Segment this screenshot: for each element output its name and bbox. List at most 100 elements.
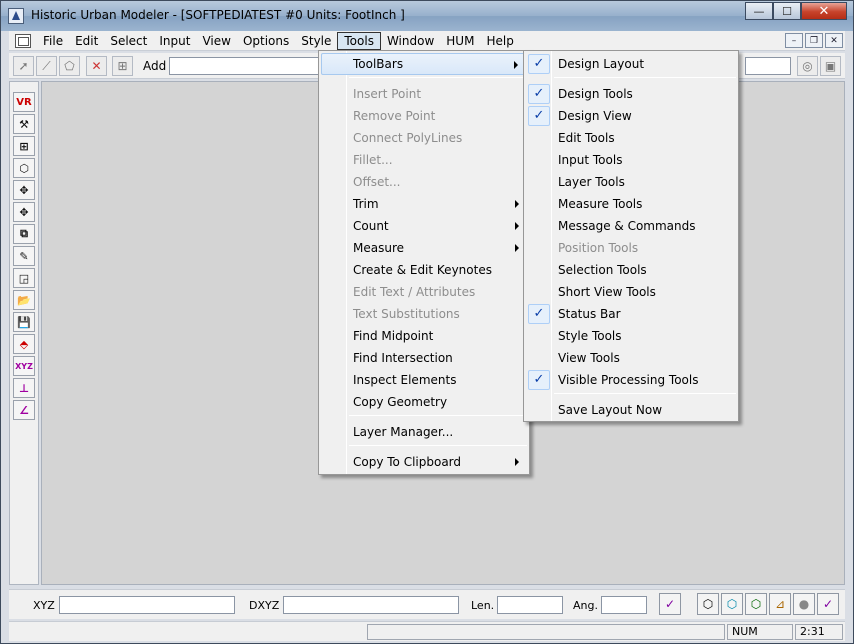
view-front-icon[interactable]: ⬡ (697, 593, 719, 615)
menu-item-label: Position Tools (558, 241, 639, 255)
tools-menu-item-copy-geometry[interactable]: Copy Geometry (321, 391, 527, 413)
image-tool-icon[interactable]: ▣ (820, 56, 841, 76)
title-bar[interactable]: Historic Urban Modeler - [SOFTPEDIATEST … (1, 1, 853, 31)
length-input[interactable] (497, 596, 563, 614)
toolbars-item-short-view-tools[interactable]: Short View Tools (526, 281, 736, 303)
tools-menu-item-inspect-elements[interactable]: Inspect Elements (321, 369, 527, 391)
toolbars-item-view-tools[interactable]: View Tools (526, 347, 736, 369)
maximize-button[interactable]: ☐ (773, 2, 801, 20)
menu-item-label: ToolBars (353, 57, 404, 71)
tools-menu-item-text-substitutions[interactable]: Text Substitutions (321, 303, 527, 325)
toolbars-item-layer-tools[interactable]: Layer Tools (526, 171, 736, 193)
view-top-icon[interactable]: ⬡ (721, 593, 743, 615)
save-disk-icon[interactable]: 💾 (13, 312, 35, 332)
tools-menu-item-offset[interactable]: Offset... (321, 171, 527, 193)
toolbars-item-design-layout[interactable]: ✓ Design Layout (526, 53, 736, 75)
tools-menu: ToolBars Insert Point Remove Point Connect … (318, 50, 530, 475)
toolbars-item-measure-tools[interactable]: Measure Tools (526, 193, 736, 215)
toolbars-item-position-tools[interactable]: Position Tools (526, 237, 736, 259)
tools-menu-item-find-midpoint[interactable]: Find Midpoint (321, 325, 527, 347)
menu-file[interactable]: File (37, 32, 69, 50)
menu-select[interactable]: Select (104, 32, 153, 50)
close-button[interactable]: ✕ (801, 2, 847, 20)
menu-input[interactable]: Input (153, 32, 196, 50)
menu-tools[interactable]: Tools (337, 31, 381, 50)
angle-query-icon[interactable]: ∠ (13, 400, 35, 420)
add-input[interactable] (169, 57, 319, 75)
toolbars-item-message-commands[interactable]: Message & Commands (526, 215, 736, 237)
toolbars-item-selection-tools[interactable]: Selection Tools (526, 259, 736, 281)
menu-item-label: Inspect Elements (353, 373, 457, 387)
menu-window[interactable]: Window (381, 32, 440, 50)
process-icon[interactable]: ✓ (817, 593, 839, 615)
toolbars-item-design-tools[interactable]: ✓ Design Tools (526, 83, 736, 105)
tools-menu-item-find-intersection[interactable]: Find Intersection (321, 347, 527, 369)
polyline-tool-icon[interactable]: ⟋ (36, 56, 57, 76)
tools-menu-item-count[interactable]: Count (321, 215, 527, 237)
menu-separator (349, 77, 527, 78)
mdi-minimize-button[interactable]: – (785, 33, 803, 48)
tools-menu-item-create-edit-keynotes[interactable]: Create & Edit Keynotes (321, 259, 527, 281)
view-axis-icon[interactable]: ⊿ (769, 593, 791, 615)
frame-tool-icon[interactable]: ◲ (13, 268, 35, 288)
copy-tool-icon[interactable]: ⧉ (13, 224, 35, 244)
mdi-restore-button[interactable]: ❐ (805, 33, 823, 48)
view-side-icon[interactable]: ⬡ (745, 593, 767, 615)
toolbars-item-style-tools[interactable]: Style Tools (526, 325, 736, 347)
dxyz-input[interactable] (283, 596, 459, 614)
vr-button[interactable]: VR (13, 92, 35, 112)
tools-menu-item-fillet[interactable]: Fillet... (321, 149, 527, 171)
tools-menu-item-copy-to-clipboard[interactable]: Copy To Clipboard (321, 451, 527, 473)
toolbars-item-status-bar[interactable]: ✓ Status Bar (526, 303, 736, 325)
menu-style[interactable]: Style (295, 32, 337, 50)
menu-separator (554, 77, 736, 78)
menu-options[interactable]: Options (237, 32, 295, 50)
tools-menu-item-connect-polylines[interactable]: Connect PolyLines (321, 127, 527, 149)
pan-tool-icon[interactable]: ✥ (13, 202, 35, 222)
apply-coordinates-icon[interactable]: ✓ (659, 593, 681, 615)
angle-label: Ang. (573, 599, 598, 612)
add-point-tool-icon[interactable]: ⊞ (112, 56, 133, 76)
toolbars-item-save-layout-now[interactable]: Save Layout Now (526, 399, 736, 421)
measure-query-icon[interactable]: ⊥ (13, 378, 35, 398)
menu-help[interactable]: Help (480, 32, 519, 50)
minimize-button[interactable]: — (745, 2, 773, 20)
checkmark-icon: ✓ (528, 106, 550, 126)
menu-item-label: Remove Point (353, 109, 436, 123)
edit-tool-icon[interactable]: ✎ (13, 246, 35, 266)
toolbars-item-design-view[interactable]: ✓ Design View (526, 105, 736, 127)
tools-menu-item-toolbars[interactable]: ToolBars (321, 53, 527, 75)
toolbars-item-visible-processing-tools[interactable]: ✓ Visible Processing Tools (526, 369, 736, 391)
tools-menu-item-trim[interactable]: Trim (321, 193, 527, 215)
erase-tool-icon[interactable]: ⬘ (13, 334, 35, 354)
menu-hum[interactable]: HUM (440, 32, 480, 50)
toolbar-value-input[interactable] (745, 57, 791, 75)
toolbars-item-edit-tools[interactable]: Edit Tools (526, 127, 736, 149)
view-tool-icon[interactable]: ◎ (797, 56, 818, 76)
toolbars-item-input-tools[interactable]: Input Tools (526, 149, 736, 171)
tools-menu-item-edit-text-attributes[interactable]: Edit Text / Attributes (321, 281, 527, 303)
menu-view[interactable]: View (196, 32, 236, 50)
grid-tool-icon[interactable]: ⊞ (13, 136, 35, 156)
xyz-query-icon[interactable]: XYZ (13, 356, 35, 376)
tools-menu-item-insert-point[interactable]: Insert Point (321, 83, 527, 105)
angle-input[interactable] (601, 596, 647, 614)
cube-tool-icon[interactable]: ⬡ (13, 158, 35, 178)
pointer-tool-icon[interactable]: ➚ (13, 56, 34, 76)
window-title: Historic Urban Modeler - [SOFTPEDIATEST … (31, 8, 405, 22)
tools-menu-item-remove-point[interactable]: Remove Point (321, 105, 527, 127)
mdi-close-button[interactable]: ✕ (825, 33, 843, 48)
open-folder-icon[interactable]: 📂 (13, 290, 35, 310)
walk-tool-icon[interactable]: ⚒ (13, 114, 35, 134)
tools-menu-item-layer-manager[interactable]: Layer Manager... (321, 421, 527, 443)
polygon-tool-icon[interactable]: ⬠ (59, 56, 80, 76)
app-icon[interactable] (8, 8, 24, 24)
document-icon[interactable] (15, 33, 31, 48)
xyz-input[interactable] (59, 596, 235, 614)
menu-edit[interactable]: Edit (69, 32, 104, 50)
move-tool-icon[interactable]: ✥ (13, 180, 35, 200)
light-icon[interactable]: ● (793, 593, 815, 615)
menu-item-label: Style Tools (558, 329, 622, 343)
tools-menu-item-measure[interactable]: Measure (321, 237, 527, 259)
line-tool-icon[interactable]: ✕ (86, 56, 107, 76)
